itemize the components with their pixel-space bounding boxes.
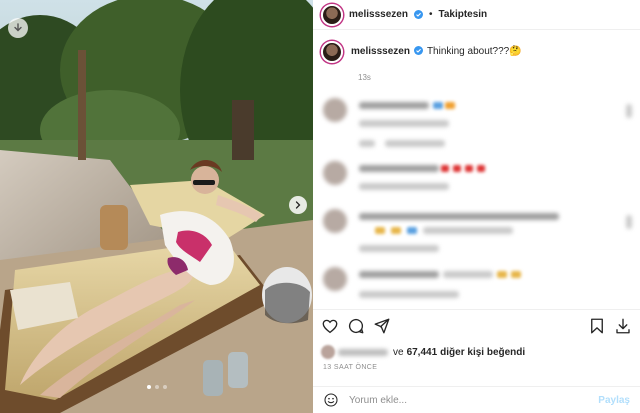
emoji-icon <box>407 227 417 234</box>
paper-plane-icon[interactable] <box>373 317 391 335</box>
header-username[interactable]: melisssezen <box>349 9 408 20</box>
carousel-next-button[interactable] <box>289 196 307 214</box>
avatar <box>321 345 335 359</box>
post-photo[interactable] <box>0 0 313 413</box>
post-side-panel: melisssezen • Takiptesin melisssezen Thin… <box>313 0 640 413</box>
comment-meta-redacted <box>359 291 459 298</box>
likes-summary[interactable]: ve 67,441 diğer kişi beğendi <box>321 345 525 359</box>
emoji-icon <box>445 102 455 109</box>
emoji-smile-icon[interactable] <box>323 392 339 408</box>
comment-meta-redacted <box>359 140 375 147</box>
avatar[interactable] <box>323 267 347 291</box>
comment-text-redacted <box>359 213 559 220</box>
post-header: melisssezen • Takiptesin <box>313 0 640 30</box>
avatar[interactable] <box>323 161 347 185</box>
comment-username-redacted <box>359 165 439 172</box>
avatar[interactable] <box>321 41 343 63</box>
liker-username-redacted <box>338 348 388 356</box>
emoji-icon <box>375 227 385 234</box>
comment-meta-redacted <box>385 140 445 147</box>
comment-composer: Paylaş <box>313 386 640 413</box>
comment-input[interactable] <box>349 394 589 406</box>
emoji-icon <box>511 271 521 278</box>
post-image <box>0 0 313 413</box>
caption-body: Thinking about???🤔 <box>426 46 522 57</box>
caption-text: melisssezen Thinking about???🤔 <box>351 41 522 63</box>
likes-count[interactable]: 67,441 <box>407 347 438 358</box>
chevron-right-icon <box>295 201 301 209</box>
header-separator: • <box>428 9 433 20</box>
download-icon <box>14 23 22 32</box>
caption-username[interactable]: melisssezen <box>351 46 410 57</box>
likes-suffix: diğer kişi beğendi <box>440 346 526 358</box>
comment-item <box>313 161 640 209</box>
heart-icon[interactable] <box>626 215 632 229</box>
comment-item <box>313 267 640 307</box>
comment-text-redacted <box>443 271 493 278</box>
comment-item <box>313 209 640 267</box>
carousel-dot <box>146 385 151 389</box>
emoji-icon <box>465 165 473 172</box>
download-icon[interactable] <box>614 317 632 335</box>
emoji-icon <box>441 165 449 172</box>
emoji-icon <box>497 271 507 278</box>
comment-meta-redacted <box>359 245 439 252</box>
comments-list[interactable]: melisssezen Thinking about???🤔 13s <box>313 31 640 309</box>
carousel-indicator <box>0 385 313 389</box>
comment-text-redacted <box>359 120 449 127</box>
avatar[interactable] <box>321 3 343 26</box>
emoji-icon <box>391 227 401 234</box>
emoji-icon <box>477 165 485 172</box>
caption-time: 13s <box>358 73 371 82</box>
heart-icon[interactable] <box>321 317 339 335</box>
comment-username-redacted <box>359 271 439 278</box>
comment-text-redacted <box>359 183 449 190</box>
emoji-icon <box>433 102 443 109</box>
follow-status[interactable]: Takiptesin <box>438 9 487 20</box>
verified-badge-icon <box>413 10 423 19</box>
avatar[interactable] <box>323 98 347 122</box>
post-comment-button[interactable]: Paylaş <box>598 395 630 406</box>
avatar[interactable] <box>323 209 347 233</box>
carousel-dot <box>162 385 167 389</box>
comment-text-redacted <box>423 227 513 234</box>
download-badge[interactable] <box>8 18 28 38</box>
comment-item <box>313 98 640 161</box>
emoji-icon <box>453 165 461 172</box>
caption: melisssezen Thinking about???🤔 <box>313 31 640 63</box>
likes-connector: ve <box>393 346 404 358</box>
comment-username-redacted <box>359 102 429 109</box>
heart-icon[interactable] <box>626 104 632 118</box>
carousel-dot <box>154 385 159 389</box>
comment-bubble-icon[interactable] <box>347 317 365 335</box>
bookmark-icon[interactable] <box>588 317 606 335</box>
post-date: 13 SAAT ÖNCE <box>323 364 378 371</box>
verified-badge-icon <box>413 46 423 55</box>
post-actions <box>313 309 640 341</box>
